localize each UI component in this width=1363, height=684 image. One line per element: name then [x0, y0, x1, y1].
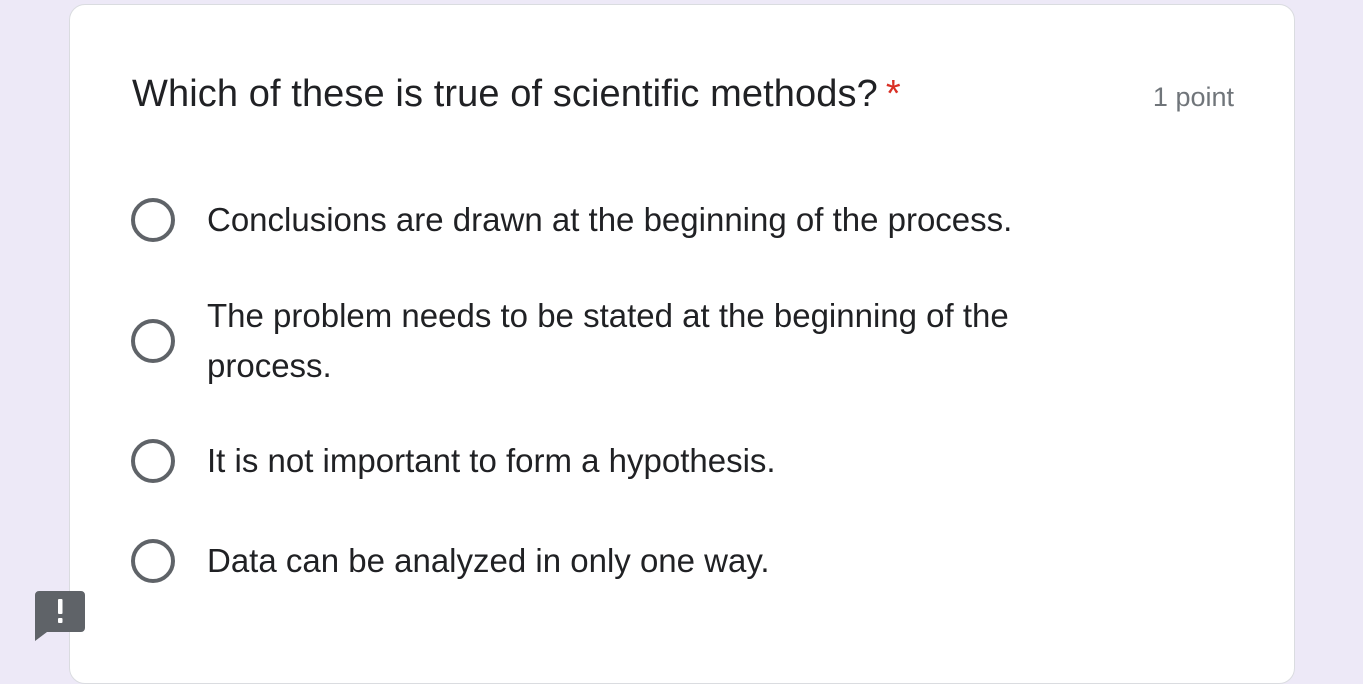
- radio-button[interactable]: [131, 439, 175, 483]
- option-label: The problem needs to be stated at the be…: [207, 297, 1009, 384]
- report-problem-button[interactable]: [35, 591, 85, 641]
- radio-button[interactable]: [131, 198, 175, 242]
- required-asterisk: *: [885, 73, 901, 115]
- question-title: Which of these is true of scientific met…: [132, 73, 901, 116]
- radio-button[interactable]: [131, 319, 175, 363]
- option-1[interactable]: Conclusions are drawn at the beginning o…: [131, 195, 1091, 245]
- option-2[interactable]: The problem needs to be stated at the be…: [131, 291, 1091, 391]
- option-label: It is not important to form a hypothesis…: [207, 442, 776, 479]
- question-text: Which of these is true of scientific met…: [132, 73, 878, 115]
- option-3[interactable]: It is not important to form a hypothesis…: [131, 436, 1091, 486]
- question-header: Which of these is true of scientific met…: [132, 73, 1234, 116]
- points-label: 1 point: [1152, 82, 1234, 112]
- report-problem-icon: [35, 591, 85, 641]
- option-label: Data can be analyzed in only one way.: [207, 542, 770, 579]
- radio-button[interactable]: [131, 539, 175, 583]
- option-label: Conclusions are drawn at the beginning o…: [207, 201, 1013, 238]
- option-4[interactable]: Data can be analyzed in only one way.: [131, 536, 1091, 586]
- question-card: Which of these is true of scientific met…: [69, 4, 1295, 684]
